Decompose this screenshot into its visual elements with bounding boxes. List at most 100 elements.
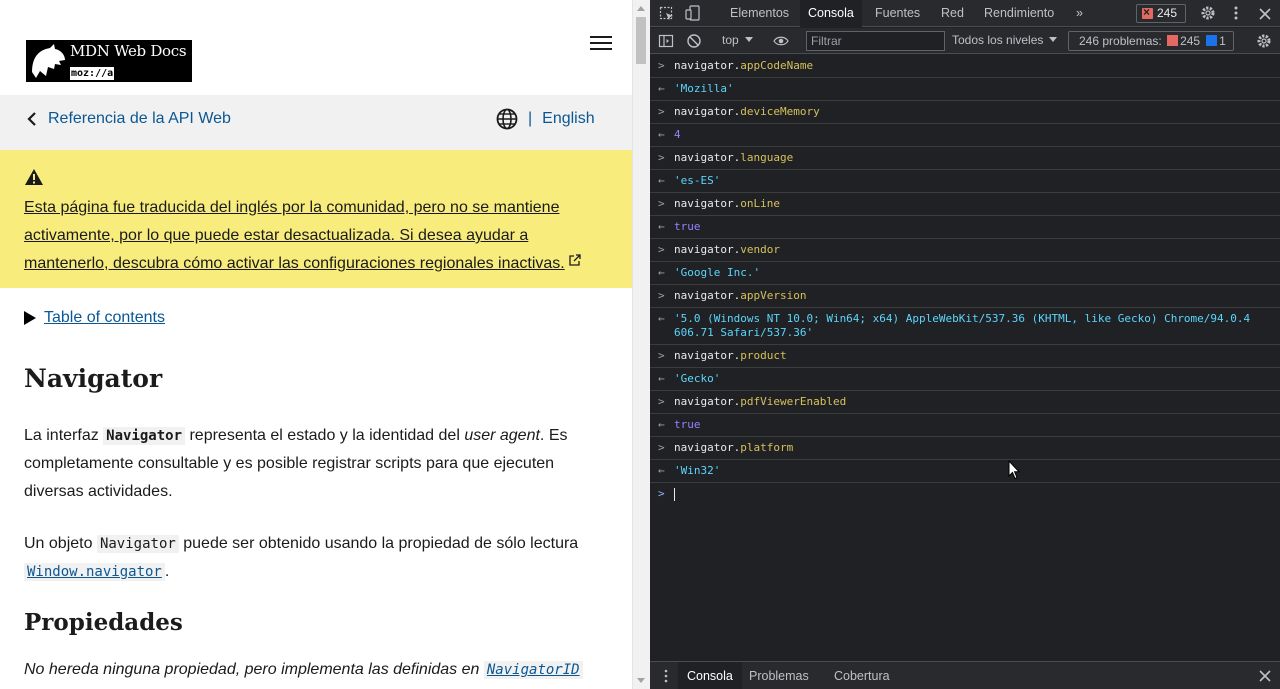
console-input-row[interactable]: > navigator.onLine bbox=[650, 193, 1280, 216]
device-toolbar-icon[interactable] bbox=[685, 5, 701, 21]
tab-consola[interactable]: Consola bbox=[800, 0, 862, 27]
console-input-row[interactable]: > navigator.language bbox=[650, 147, 1280, 170]
scroll-thumb[interactable] bbox=[636, 17, 646, 64]
expression-object: navigator bbox=[674, 151, 734, 164]
result-value: '5.0 (Windows NT 10.0; Win64; x64) Apple… bbox=[674, 312, 1251, 339]
tab-fuentes[interactable]: Fuentes bbox=[867, 0, 928, 27]
navigatorid-link[interactable]: NavigatorID bbox=[483, 661, 583, 679]
logo-moz: moz://a bbox=[70, 67, 114, 80]
expression-object: navigator bbox=[674, 289, 734, 302]
tab-red[interactable]: Red bbox=[933, 0, 972, 27]
back-link-label: Referencia de la API Web bbox=[48, 110, 231, 127]
language-switcher[interactable]: | English bbox=[496, 108, 595, 130]
result-value: 'es-ES' bbox=[674, 174, 721, 187]
issues-errors: 245 bbox=[1180, 34, 1201, 48]
console-result-row[interactable]: ← true bbox=[650, 216, 1280, 239]
log-levels-dropdown[interactable]: Todos los niveles bbox=[952, 33, 1058, 47]
console-input-row[interactable]: > navigator.vendor bbox=[650, 239, 1280, 262]
page-scrollbar[interactable] bbox=[632, 0, 650, 689]
prompt-chevron-icon: > bbox=[658, 487, 665, 500]
console-result-row[interactable]: ← 'es-ES' bbox=[650, 170, 1280, 193]
p1-em: user agent bbox=[464, 427, 540, 444]
result-value: 4 bbox=[674, 128, 681, 141]
expression-property: deviceMemory bbox=[740, 105, 820, 118]
console-input-row[interactable]: > navigator.pdfViewerEnabled bbox=[650, 391, 1280, 414]
tab-elementos[interactable]: Elementos bbox=[722, 0, 797, 27]
hamburger-menu-icon[interactable] bbox=[590, 36, 612, 54]
result-arrow-icon: ← bbox=[658, 82, 665, 95]
console-input-row[interactable]: > navigator.appCodeName bbox=[650, 55, 1280, 78]
result-arrow-icon: ← bbox=[658, 174, 665, 187]
table-of-contents-toggle[interactable]: Table of contents bbox=[24, 309, 165, 327]
console-result-row[interactable]: ← true bbox=[650, 414, 1280, 437]
issues-label: 246 problemas: bbox=[1079, 34, 1162, 48]
console-result-row[interactable]: ← 'Gecko' bbox=[650, 368, 1280, 391]
scroll-down-arrow-icon[interactable] bbox=[637, 678, 645, 683]
p3-text-a: No hereda ninguna propiedad, pero implem… bbox=[24, 661, 484, 678]
window-navigator-link[interactable]: Window.navigator bbox=[24, 563, 165, 581]
expression-object: navigator bbox=[674, 395, 734, 408]
translation-notice: Esta página fue traducida del inglés por… bbox=[0, 150, 632, 288]
close-devtools-icon[interactable] bbox=[1257, 6, 1273, 22]
console-result-row[interactable]: ← 'Win32' bbox=[650, 460, 1280, 483]
error-icon bbox=[1142, 4, 1153, 21]
lang-separator: | bbox=[528, 110, 533, 127]
drawer-tab-consola[interactable]: Consola bbox=[678, 662, 742, 689]
notice-link[interactable]: Esta página fue traducida del inglés por… bbox=[24, 194, 584, 278]
more-tabs-chevron-icon[interactable]: » bbox=[1068, 0, 1091, 27]
settings-gear-icon[interactable] bbox=[1200, 5, 1216, 21]
p2-code: Navigator bbox=[96, 535, 179, 553]
info-icon bbox=[1206, 35, 1218, 46]
console-settings-gear-icon[interactable] bbox=[1256, 33, 1272, 49]
expression-property: language bbox=[740, 151, 794, 164]
more-options-icon[interactable] bbox=[1228, 5, 1244, 21]
console-input-row[interactable]: > navigator.product bbox=[650, 345, 1280, 368]
console-result-row[interactable]: ← '5.0 (Windows NT 10.0; Win64; x64) Appl… bbox=[650, 308, 1280, 345]
error-count-badge[interactable]: 245 bbox=[1136, 4, 1186, 23]
result-arrow-icon: ← bbox=[658, 128, 665, 141]
expression-property: vendor bbox=[740, 243, 780, 256]
drawer-tab-cobertura[interactable]: Cobertura bbox=[825, 662, 899, 689]
input-chevron-icon: > bbox=[658, 441, 665, 454]
sidebar-toggle-icon[interactable] bbox=[658, 33, 674, 49]
console-input-row[interactable]: > navigator.platform bbox=[650, 437, 1280, 460]
error-count: 245 bbox=[1157, 6, 1178, 20]
expression-property: appVersion bbox=[740, 289, 807, 302]
mouse-cursor-icon bbox=[1008, 460, 1020, 480]
page-title: Navigator bbox=[24, 364, 163, 393]
input-chevron-icon: > bbox=[658, 289, 665, 302]
console-result-row[interactable]: ← 'Mozilla' bbox=[650, 78, 1280, 101]
error-icon bbox=[1167, 35, 1179, 46]
tab-rendimiento[interactable]: Rendimiento bbox=[976, 0, 1062, 27]
console-output[interactable]: > navigator.appCodeName ← 'Mozilla' > navigat… bbox=[650, 55, 1280, 660]
intro-paragraph: La interfaz Navigator representa el esta… bbox=[24, 422, 596, 506]
levels-label: Todos los niveles bbox=[952, 33, 1044, 47]
issues-info: 1 bbox=[1219, 34, 1226, 48]
console-filter-input[interactable] bbox=[806, 31, 945, 51]
inspect-element-icon[interactable] bbox=[659, 6, 675, 22]
console-input-row[interactable]: > navigator.deviceMemory bbox=[650, 101, 1280, 124]
dropdown-caret-icon bbox=[744, 37, 753, 42]
console-result-row[interactable]: ← 'Google Inc.' bbox=[650, 262, 1280, 285]
close-drawer-icon[interactable] bbox=[1258, 669, 1272, 683]
console-toolbar: top Todos los niveles 246 problemas: 245… bbox=[650, 28, 1280, 54]
drawer-menu-icon[interactable] bbox=[664, 669, 668, 683]
drawer-tab-problemas[interactable]: Problemas bbox=[740, 662, 818, 689]
mdn-logo[interactable]: MDN Web Docs moz://a bbox=[26, 40, 192, 82]
console-prompt[interactable]: > bbox=[650, 483, 1280, 505]
external-link-icon bbox=[569, 254, 581, 266]
object-paragraph: Un objeto Navigator puede ser obtenido u… bbox=[24, 530, 596, 586]
lang-label: English bbox=[542, 110, 595, 127]
mdn-page: MDN Web Docs moz://a Referencia de la AP… bbox=[0, 0, 632, 689]
console-input-row[interactable]: > navigator.appVersion bbox=[650, 285, 1280, 308]
expression-property: pdfViewerEnabled bbox=[740, 395, 847, 408]
clear-console-icon[interactable] bbox=[686, 33, 702, 49]
scroll-up-arrow-icon[interactable] bbox=[637, 6, 645, 11]
input-chevron-icon: > bbox=[658, 395, 665, 408]
context-selector[interactable]: top bbox=[722, 33, 753, 47]
issues-counter[interactable]: 246 problemas: 245 1 bbox=[1068, 31, 1234, 51]
back-link[interactable]: Referencia de la API Web bbox=[24, 110, 231, 128]
console-result-row[interactable]: ← 4 bbox=[650, 124, 1280, 147]
live-expression-eye-icon[interactable] bbox=[773, 33, 789, 49]
expression-object: navigator bbox=[674, 243, 734, 256]
